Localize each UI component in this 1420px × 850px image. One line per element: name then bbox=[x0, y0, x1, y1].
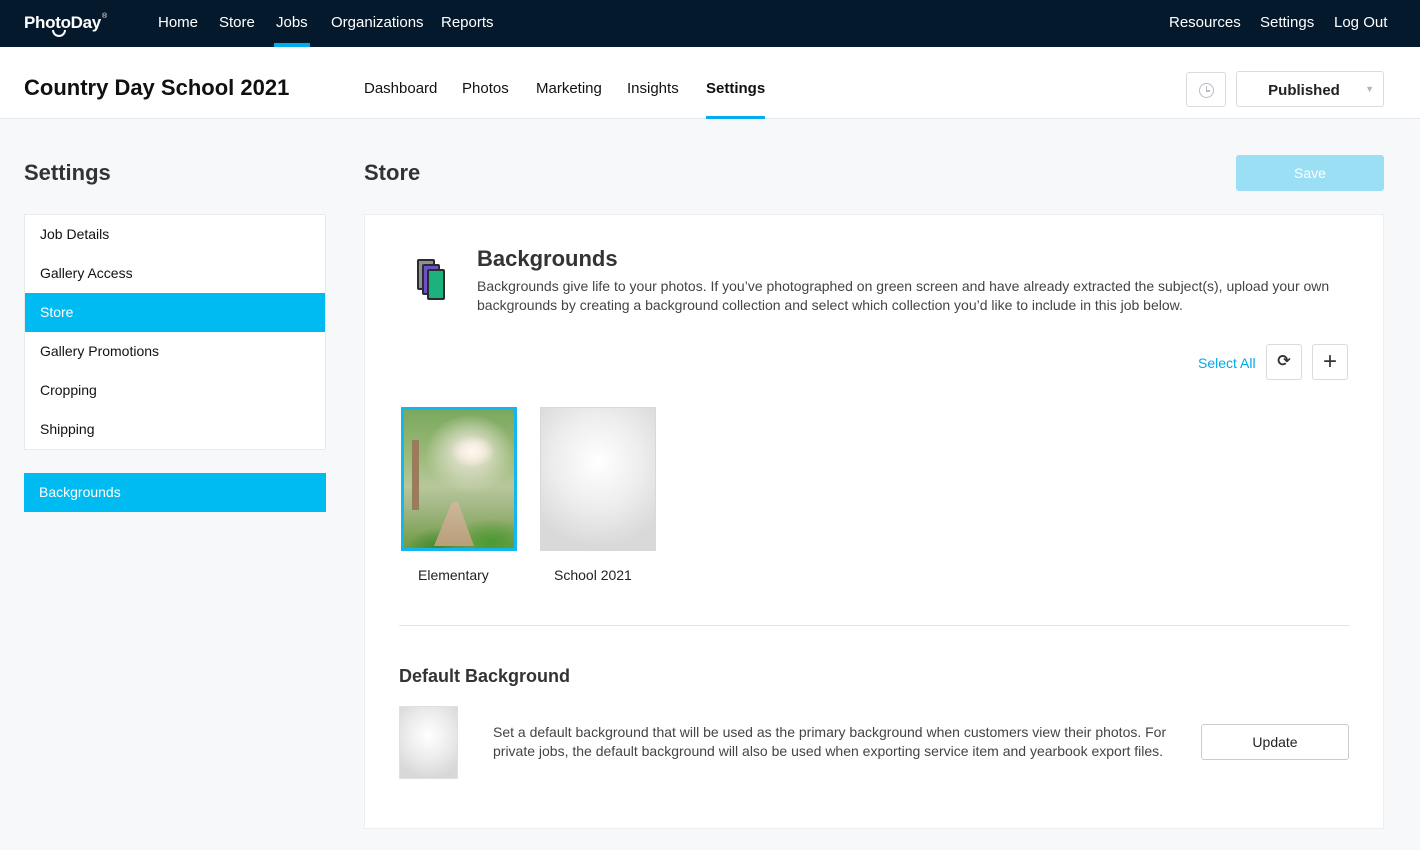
tab-dashboard[interactable]: Dashboard bbox=[364, 80, 437, 97]
menu-item-gallery-access[interactable]: Gallery Access bbox=[25, 254, 325, 293]
status-select[interactable]: Published ▼ bbox=[1236, 71, 1384, 107]
refresh-button[interactable]: ⟳ bbox=[1266, 344, 1302, 380]
default-background-description: Set a default background that will be us… bbox=[493, 724, 1167, 759]
clock-icon bbox=[1199, 83, 1214, 98]
default-background-title: Default Background bbox=[399, 666, 571, 686]
add-collection-button[interactable]: + bbox=[1312, 344, 1348, 380]
backgrounds-stack-icon bbox=[417, 259, 451, 303]
section-divider bbox=[399, 625, 1350, 626]
menu-item-gallery-promotions[interactable]: Gallery Promotions bbox=[25, 332, 325, 371]
nav-logout[interactable]: Log Out bbox=[1334, 14, 1387, 31]
backgrounds-title: Backgrounds bbox=[477, 246, 618, 271]
page-title: Store bbox=[364, 160, 421, 185]
menu-item-cropping[interactable]: Cropping bbox=[25, 371, 325, 410]
nav-home[interactable]: Home bbox=[158, 14, 198, 31]
background-thumb-school-2021[interactable] bbox=[540, 407, 656, 551]
settings-heading: Settings bbox=[24, 160, 111, 185]
menu-item-shipping[interactable]: Shipping bbox=[25, 410, 325, 449]
logo-smile-icon bbox=[52, 30, 66, 37]
menu-item-store[interactable]: Store bbox=[25, 293, 325, 332]
update-button[interactable]: Update bbox=[1201, 724, 1349, 760]
logo-trademark: ® bbox=[101, 13, 107, 20]
backgrounds-card: Backgrounds Backgrounds give life to you… bbox=[364, 214, 1384, 829]
default-background-thumb bbox=[399, 706, 458, 779]
collection-label-school-2021: School 2021 bbox=[554, 567, 632, 583]
submenu-item-backgrounds[interactable]: Backgrounds bbox=[24, 473, 326, 512]
select-all-link[interactable]: Select All bbox=[1198, 355, 1256, 371]
nav-resources[interactable]: Resources bbox=[1169, 14, 1241, 31]
nav-reports[interactable]: Reports bbox=[441, 14, 494, 31]
job-title: Country Day School 2021 bbox=[24, 75, 290, 100]
top-nav: PhotoDay® Home Store Jobs Organizations … bbox=[0, 0, 1420, 47]
chevron-down-icon: ▼ bbox=[1365, 84, 1374, 94]
tab-insights[interactable]: Insights bbox=[627, 80, 679, 97]
nav-settings[interactable]: Settings bbox=[1260, 14, 1314, 31]
backgrounds-description: Backgrounds give life to your photos. If… bbox=[477, 278, 1330, 313]
tab-marketing[interactable]: Marketing bbox=[536, 80, 602, 97]
nav-jobs[interactable]: Jobs bbox=[274, 14, 310, 47]
job-header: Country Day School 2021 Dashboard Photos… bbox=[0, 47, 1420, 119]
refresh-icon: ⟳ bbox=[1277, 353, 1291, 370]
settings-menu: Job Details Gallery Access Store Gallery… bbox=[24, 214, 326, 450]
menu-item-job-details[interactable]: Job Details bbox=[25, 215, 325, 254]
history-button[interactable] bbox=[1186, 72, 1226, 107]
plus-icon: + bbox=[1322, 348, 1337, 375]
save-button[interactable]: Save bbox=[1236, 155, 1384, 191]
photoday-logo[interactable]: PhotoDay® bbox=[24, 13, 107, 37]
nav-organizations[interactable]: Organizations bbox=[331, 14, 424, 31]
background-thumb-elementary[interactable] bbox=[401, 407, 517, 551]
tab-settings[interactable]: Settings bbox=[706, 80, 766, 119]
collection-label-elementary: Elementary bbox=[418, 567, 489, 583]
tab-photos[interactable]: Photos bbox=[462, 80, 509, 97]
status-value: Published bbox=[1268, 82, 1340, 99]
nav-store[interactable]: Store bbox=[219, 14, 255, 31]
